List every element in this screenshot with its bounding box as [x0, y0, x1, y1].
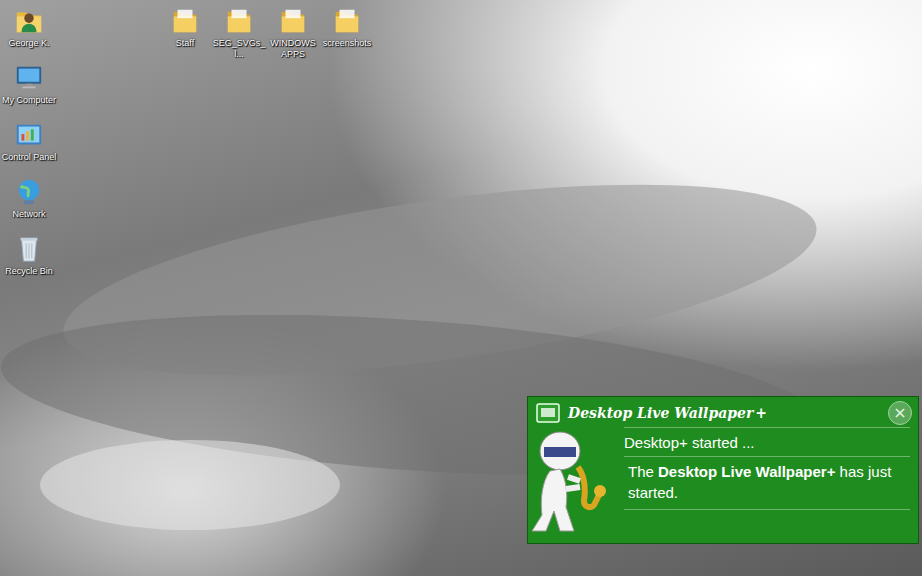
desktop-icon[interactable]: George K.: [0, 4, 58, 51]
folder-icon: [170, 6, 200, 36]
desktop-icon-label: Network: [12, 209, 45, 220]
folder-label: Staff: [176, 38, 194, 49]
computer-icon: [14, 63, 44, 93]
folder[interactable]: SEG_SVGs_l...: [212, 4, 266, 62]
folder[interactable]: screenshots: [320, 4, 374, 62]
folder-label: screenshots: [323, 38, 372, 49]
folder[interactable]: Staff: [158, 4, 212, 62]
folder-icon: [224, 6, 254, 36]
folder-label: SEG_SVGs_l...: [212, 38, 266, 60]
folder[interactable]: WINDOWS APPS: [266, 4, 320, 62]
folder-label: WINDOWS APPS: [266, 38, 320, 60]
close-button[interactable]: ×: [888, 401, 912, 425]
mascot-saxophone-icon: [528, 427, 618, 537]
folder-icon: [332, 6, 362, 36]
desktop-icon-label: George K.: [8, 38, 49, 49]
notification: Desktop Live Wallpaper+ × Desktop+ start…: [527, 396, 919, 544]
desktop-icon[interactable]: My Computer: [0, 61, 58, 108]
folder-icon: [278, 6, 308, 36]
desktop-icon-label: Control Panel: [2, 152, 57, 163]
notification-message: The Desktop Live Wallpaper+ has just sta…: [624, 457, 910, 510]
desktop-icon[interactable]: Control Panel: [0, 118, 58, 165]
desktop-icon[interactable]: Network: [0, 175, 58, 222]
notification-heading: Desktop+ started ...: [624, 427, 910, 457]
desktop-icons: George K. My Computer Control Panel Netw…: [0, 4, 58, 279]
recycle-bin-icon: [14, 234, 44, 264]
desktop: George K. My Computer Control Panel Netw…: [0, 0, 922, 576]
desktop-icon-label: Recycle Bin: [5, 266, 53, 277]
notification-title: Desktop Live Wallpaper+: [568, 405, 880, 421]
control-panel-icon: [14, 120, 44, 150]
desktop-icon[interactable]: Recycle Bin: [0, 232, 58, 279]
network-icon: [14, 177, 44, 207]
notification-header: Desktop Live Wallpaper+ ×: [528, 397, 918, 427]
app-icon: [536, 403, 560, 423]
desktop-icon-label: My Computer: [2, 95, 56, 106]
desktop-folders: Staff SEG_SVGs_l... WINDOWS APPS screens…: [158, 4, 374, 62]
user-folder-icon: [14, 6, 44, 36]
